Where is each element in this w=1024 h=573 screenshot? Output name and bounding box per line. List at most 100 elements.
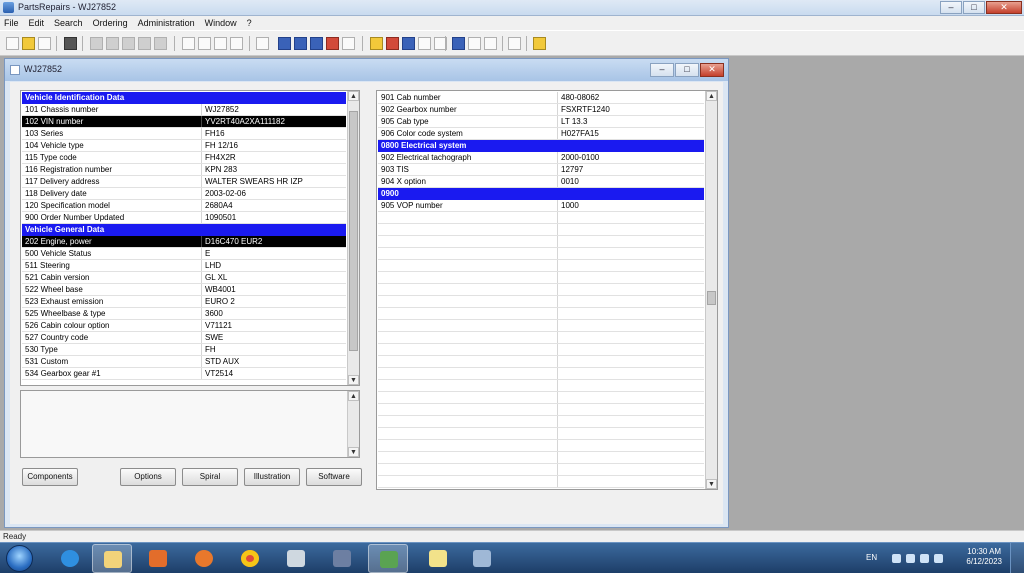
section-header[interactable]: Vehicle Identification Data [22,92,346,104]
network-icon[interactable] [920,554,929,563]
data-row[interactable]: 120 Specification model 2680A4 [22,200,346,212]
scroll-up-arrow-icon[interactable]: ▲ [706,91,717,101]
data-row[interactable]: 101 Chassis number WJ27852 [22,104,346,116]
data-row[interactable]: 900 Order Number Updated 1090501 [22,212,346,224]
toolbar-grayed-icon[interactable] [106,37,119,50]
next-record-icon[interactable] [214,37,227,50]
show-desktop-button[interactable] [1010,543,1024,573]
data-row[interactable]: 906 Color code system H027FA15 [378,128,704,140]
chart-icon[interactable] [386,37,399,50]
data-row[interactable]: 103 Series FH16 [22,128,346,140]
start-button[interactable] [6,545,33,572]
data-row[interactable]: 531 Custom STD AUX [22,356,346,368]
data-row[interactable]: 904 X option 0010 [378,176,704,188]
notes-icon[interactable] [508,37,521,50]
taskbar-app[interactable] [276,544,316,573]
section-header[interactable]: 0800 Electrical system [378,140,704,152]
scroll-down-arrow-icon[interactable]: ▼ [348,375,359,385]
taskbar-app[interactable] [462,544,502,573]
data-row[interactable]: 511 Steering LHD [22,260,346,272]
data-row[interactable]: 902 Gearbox number FSXRTF1240 [378,104,704,116]
data-row[interactable]: 116 Registration number KPN 283 [22,164,346,176]
menu-administration[interactable]: Administration [138,16,195,30]
save-icon[interactable] [38,37,51,50]
data-row[interactable]: 118 Delivery date 2003-02-06 [22,188,346,200]
data-row[interactable]: 902 Electrical tachograph 2000-0100 [378,152,704,164]
edit-icon[interactable] [402,37,415,50]
toolbar-icon[interactable] [484,37,497,50]
volume-icon[interactable] [934,554,943,563]
data-row[interactable]: 903 TIS 12797 [378,164,704,176]
new-icon[interactable] [6,37,19,50]
menu-ordering[interactable]: Ordering [93,16,128,30]
menu-search[interactable]: Search [54,16,83,30]
software-button[interactable]: Software [306,468,362,486]
right-grid-scrollbar[interactable]: ▲ ▼ [705,91,717,489]
options-button[interactable]: Options [120,468,176,486]
child-close-button[interactable]: ✕ [700,63,724,77]
data-row[interactable]: 901 Cab number 480-08062 [378,92,704,104]
section-header[interactable]: 0900 [378,188,704,200]
toolbar-grayed-icon[interactable] [122,37,135,50]
child-minimize-button[interactable]: – [650,63,674,77]
maximize-button[interactable]: □ [963,1,985,14]
scroll-thumb[interactable] [349,111,358,351]
toolbar-grayed-icon[interactable] [138,37,151,50]
taskbar-app[interactable] [418,544,458,573]
scroll-down-arrow-icon[interactable]: ▼ [706,479,717,489]
notes-box[interactable]: ▲ ▼ [20,390,360,458]
taskbar-ie[interactable] [50,544,90,573]
toolbar-grayed-icon[interactable] [154,37,167,50]
menu-edit[interactable]: Edit [29,16,45,30]
data-row[interactable]: 117 Delivery address WALTER SWEARS HR IZP [22,176,346,188]
info-icon[interactable] [533,37,546,50]
open-folder-icon[interactable] [22,37,35,50]
data-row[interactable]: 104 Vehicle type FH 12/16 [22,140,346,152]
close-button[interactable]: ✕ [986,1,1022,14]
section-header[interactable]: Vehicle General Data [22,224,346,236]
components-button[interactable]: Components [22,468,78,486]
first-record-icon[interactable] [182,37,195,50]
menu-help[interactable]: ? [247,16,252,30]
scroll-up-arrow-icon[interactable]: ▲ [348,391,359,401]
settings-icon[interactable] [310,37,323,50]
data-row[interactable]: 500 Vehicle Status E [22,248,346,260]
print-icon[interactable] [64,37,77,50]
data-row[interactable]: 530 Type FH [22,344,346,356]
star-icon[interactable] [370,37,383,50]
last-record-icon[interactable] [230,37,243,50]
toolbar-icon[interactable] [342,37,355,50]
data-row[interactable]: 202 Engine, power D16C470 EUR2 [22,236,346,248]
home-icon[interactable] [278,37,291,50]
fit-icon[interactable] [468,37,481,50]
notes-scrollbar[interactable]: ▲ ▼ [347,391,359,457]
taskbar-parts-app[interactable] [368,544,408,573]
data-row[interactable]: 905 Cab type LT 13.3 [378,116,704,128]
data-row[interactable]: 526 Cabin colour option V71121 [22,320,346,332]
show-hidden-icons-icon[interactable] [892,554,901,563]
taskbar-media[interactable] [138,544,178,573]
vehicle-data-grid[interactable]: Vehicle Identification Data 101 Chassis n… [20,90,360,386]
illustration-button[interactable]: Illustration [244,468,300,486]
data-row[interactable]: 102 VIN number YV2RT40A2XA111182 [22,116,346,128]
data-row[interactable]: 905 VOP number 1000 [378,200,704,212]
data-row[interactable]: 521 Cabin version GL XL [22,272,346,284]
data-row[interactable]: 115 Type code FH4X2R [22,152,346,164]
child-maximize-button[interactable]: □ [675,63,699,77]
previous-record-icon[interactable] [198,37,211,50]
zoom-icon[interactable] [452,37,465,50]
flag-icon[interactable] [906,554,915,563]
taskbar-firefox[interactable] [184,544,224,573]
taskbar-explorer[interactable] [92,544,132,573]
spiral-button[interactable]: Spiral [182,468,238,486]
data-row[interactable]: 522 Wheel base WB4001 [22,284,346,296]
taskbar-app[interactable] [322,544,362,573]
scroll-thumb[interactable] [707,291,716,305]
flag-icon[interactable] [326,37,339,50]
menu-file[interactable]: File [4,16,19,30]
data-row[interactable]: 527 Country code SWE [22,332,346,344]
toolbar-grayed-icon[interactable] [90,37,103,50]
data-row[interactable]: 534 Gearbox gear #1 VT2514 [22,368,346,380]
left-grid-scrollbar[interactable]: ▲ ▼ [347,91,359,385]
data-row[interactable]: 523 Exhaust emission EURO 2 [22,296,346,308]
